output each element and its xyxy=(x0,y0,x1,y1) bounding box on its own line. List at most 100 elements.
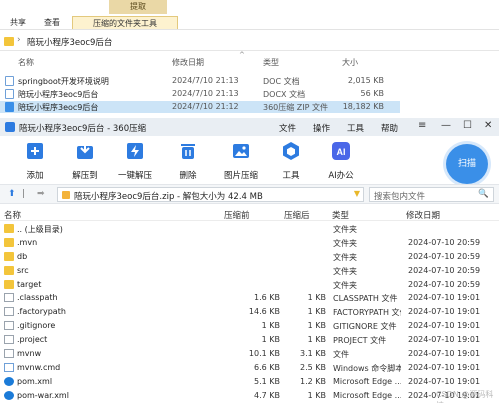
tab-share[interactable]: 共享 xyxy=(10,16,26,29)
tools-button[interactable]: 工具 xyxy=(268,141,314,181)
up-arrow-icon[interactable]: ⬆ xyxy=(8,189,16,199)
zip-title-bar[interactable]: 陪玩小程序3eoc9后台 - 360压缩 文件 操作 工具 帮助 ≡ — ☐ ✕ xyxy=(0,118,499,136)
row-size-before: 1.6 KB xyxy=(254,293,280,303)
table-row[interactable]: db 文件夹 2024-07-10 20:59 xyxy=(0,250,499,264)
extract-icon xyxy=(77,143,93,159)
table-row[interactable]: src 文件夹 2024-07-10 20:59 xyxy=(0,264,499,278)
table-row[interactable]: .gitignore 1 KB 1 KB GITIGNORE 文件 2024-07-10… xyxy=(0,319,499,333)
zip-path-field[interactable]: 陪玩小程序3eoc9后台.zip - 解包大小为 42.4 MB ▼ xyxy=(57,187,364,202)
search-icon[interactable]: 🔍 xyxy=(478,189,489,199)
zip-file-list: .. (上级目录) 文件夹 .mvn 文件夹 2024-07-10 20:59 db 文件夹… xyxy=(0,222,499,403)
address-path[interactable]: 陪玩小程序3eoc9后台 xyxy=(27,36,112,48)
column-size-before[interactable]: 压缩前 xyxy=(224,209,250,221)
lightning-icon xyxy=(127,143,143,159)
explorer-column-header: ^ 名称 修改日期 类型 大小 xyxy=(0,51,499,69)
tab-compressed-folder-tools[interactable]: 压缩的文件夹工具 xyxy=(72,16,178,29)
row-date: 2024-07-10 19:01 xyxy=(408,293,481,303)
table-row[interactable]: .project 1 KB 1 KB PROJECT 文件 2024-07-10 19:… xyxy=(0,333,499,347)
ai-office-label: AI办公 xyxy=(328,171,354,181)
table-row[interactable]: pom-war.xml 4.7 KB 1 KB Microsoft Edge ... 2… xyxy=(0,389,499,403)
file-icon xyxy=(4,335,14,345)
column-date[interactable]: 修改日期 xyxy=(406,209,440,221)
column-date[interactable]: 修改日期 xyxy=(172,57,204,68)
row-date: 2024-07-10 20:59 xyxy=(408,251,481,261)
row-name: pom-war.xml xyxy=(17,390,69,400)
row-date: 2024-07-10 20:59 xyxy=(408,279,481,289)
file-size: 56 KB xyxy=(360,89,384,98)
row-size-before: 5.1 KB xyxy=(254,376,280,386)
column-name[interactable]: 名称 xyxy=(4,209,21,221)
table-row[interactable]: mvnw 10.1 KB 3.1 KB 文件 2024-07-10 19:01 xyxy=(0,347,499,361)
menu-operation[interactable]: 操作 xyxy=(313,122,330,134)
column-name[interactable]: 名称 xyxy=(18,57,34,68)
row-date: 2024-07-10 19:01 xyxy=(408,335,481,345)
column-type[interactable]: 类型 xyxy=(332,209,349,221)
row-size-after: 2.5 KB xyxy=(300,362,326,372)
maximize-icon[interactable]: ☐ xyxy=(463,120,472,131)
row-name: db xyxy=(17,251,28,261)
forward-arrow-icon[interactable]: ➡ xyxy=(37,189,45,199)
image-icon xyxy=(233,144,249,158)
file-size: 2,015 KB xyxy=(347,76,384,85)
row-type: 文件夹 xyxy=(333,225,357,234)
row-size-after: 1 KB xyxy=(307,321,326,331)
table-row[interactable]: pom.xml 5.1 KB 1.2 KB Microsoft Edge ... 202… xyxy=(0,375,499,389)
column-size[interactable]: 大小 xyxy=(342,57,358,68)
svg-text:AI: AI xyxy=(337,147,346,157)
chevron-up-icon: ^ xyxy=(239,51,245,59)
zip-path-row: ⬆ | ➡ 陪玩小程序3eoc9后台.zip - 解包大小为 42.4 MB ▼… xyxy=(0,184,499,204)
row-size-before: 14.6 KB xyxy=(248,307,280,317)
table-row[interactable]: .classpath 1.6 KB 1 KB CLASSPATH 文件 2024-07-… xyxy=(0,291,499,305)
zip-path-text: 陪玩小程序3eoc9后台.zip - 解包大小为 42.4 MB xyxy=(74,192,263,202)
row-name: .gitignore xyxy=(17,321,56,331)
scan-button[interactable]: 扫描 xyxy=(446,144,488,184)
menu-file[interactable]: 文件 xyxy=(279,122,296,134)
explorer-file-row-selected[interactable]: 陪玩小程序3eoc9后台 2024/7/10 21:12 360压缩 ZIP 文… xyxy=(0,101,400,113)
row-name: pom.xml xyxy=(17,376,53,386)
context-tab-extract[interactable]: 提取 xyxy=(109,0,167,14)
folder-icon xyxy=(4,237,14,247)
one-click-extract-button[interactable]: 一键解压 xyxy=(112,141,158,181)
column-type[interactable]: 类型 xyxy=(263,57,279,68)
table-row[interactable]: .mvn 文件夹 2024-07-10 20:59 xyxy=(0,236,499,250)
image-compress-label: 图片压缩 xyxy=(223,171,258,181)
row-date: 2024-07-10 20:59 xyxy=(408,237,481,247)
minimize-icon[interactable]: — xyxy=(441,120,451,131)
menu-tools[interactable]: 工具 xyxy=(347,122,364,134)
row-type: Microsoft Edge ... xyxy=(333,390,401,400)
explorer-file-row[interactable]: springboot开发环境说明 2024/7/10 21:13 DOC 文档 … xyxy=(0,75,400,87)
table-row[interactable]: target 文件夹 2024-07-10 20:59 xyxy=(0,278,499,292)
row-name: mvnw.cmd xyxy=(17,362,61,372)
row-size-after: 3.1 KB xyxy=(300,349,326,359)
image-compress-button[interactable]: 图片压缩 xyxy=(218,141,264,181)
explorer-file-row[interactable]: 陪玩小程序3eoc9后台 2024/7/10 21:13 DOCX 文档 56 … xyxy=(0,88,400,100)
add-button[interactable]: 添加 xyxy=(12,141,58,181)
row-type: GITIGNORE 文件 xyxy=(333,322,397,332)
search-input[interactable]: 搜索包内文件 🔍 xyxy=(369,187,494,202)
row-size-before: 6.6 KB xyxy=(254,362,280,372)
row-type: PROJECT 文件 xyxy=(333,336,387,346)
ai-office-button[interactable]: AI AI办公 xyxy=(318,141,364,181)
script-file-icon xyxy=(4,362,14,372)
row-date: 2024-07-10 19:01 xyxy=(408,307,481,317)
extract-to-button[interactable]: 解压到 xyxy=(62,141,108,181)
hamburger-menu-icon[interactable]: ≡ xyxy=(418,120,426,131)
folder-icon xyxy=(4,37,14,46)
row-name: .mvn xyxy=(17,237,38,247)
tab-view[interactable]: 查看 xyxy=(44,16,60,29)
menu-help[interactable]: 帮助 xyxy=(381,122,398,134)
row-date: 2024-07-10 19:01 xyxy=(408,349,481,359)
edge-browser-icon xyxy=(4,390,14,400)
close-icon[interactable]: ✕ xyxy=(484,120,492,131)
dropdown-icon[interactable]: ▼ xyxy=(354,189,360,198)
table-row[interactable]: .. (上级目录) 文件夹 xyxy=(0,222,499,236)
table-row[interactable]: .factorypath 14.6 KB 1 KB FACTORYPATH 文件 202… xyxy=(0,305,499,319)
explorer-address-bar[interactable]: › 陪玩小程序3eoc9后台 xyxy=(0,33,499,51)
delete-button[interactable]: 删除 xyxy=(165,141,211,181)
table-row[interactable]: mvnw.cmd 6.6 KB 2.5 KB Windows 命令脚本 2024-07-… xyxy=(0,361,499,375)
row-name: target xyxy=(17,279,42,289)
row-size-after: 1 KB xyxy=(307,390,326,400)
row-size-before: 1 KB xyxy=(261,321,280,331)
column-size-after[interactable]: 压缩后 xyxy=(284,209,310,221)
row-type: 文件夹 xyxy=(333,266,357,276)
